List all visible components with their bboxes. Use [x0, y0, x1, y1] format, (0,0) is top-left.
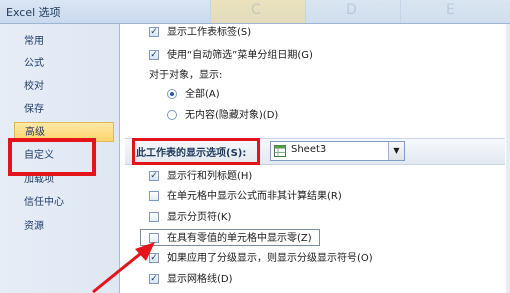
annotation-arrow-icon — [92, 242, 155, 293]
highlight-box-section — [132, 138, 260, 165]
checkbox-checked-icon[interactable]: ✓ — [149, 27, 159, 37]
nav-item-trust-center[interactable]: 信任中心 — [4, 193, 114, 213]
nav-item-common[interactable]: 常用 — [4, 32, 114, 52]
option-label: 显示网格线(D) — [167, 274, 233, 285]
option-label: 无内容(隐藏对象)(D) — [185, 110, 279, 121]
nav-item-label: 信任中心 — [24, 197, 64, 208]
option-label: 显示分页符(K) — [167, 212, 232, 223]
option-label: 在单元格中显示公式而非其计算结果(R) — [167, 191, 342, 202]
panel-scrollbar[interactable] — [506, 24, 510, 293]
checkbox-checked-icon[interactable]: ✓ — [149, 171, 159, 181]
option-label: 显示工作表标签(S) — [167, 27, 252, 38]
column-letter: C — [251, 2, 261, 18]
objects-display-label: 对于对象，显示: — [149, 70, 223, 81]
background-sheet-columns: C D E — [120, 0, 510, 23]
background-column: D — [305, 0, 401, 23]
nav-item-label: 保存 — [24, 104, 44, 115]
sheet-select-combobox[interactable]: Sheet3 ▼ — [270, 141, 405, 161]
selected-sheet-value: Sheet3 — [291, 144, 327, 155]
sheet-display-section-header: 此工作表的显示选项(S): Sheet3 ▼ — [125, 138, 505, 165]
chevron-down-icon[interactable]: ▼ — [388, 142, 404, 160]
checkbox-checked-icon[interactable]: ✓ — [149, 50, 159, 60]
background-column: C — [210, 0, 306, 23]
nav-item-label: 资源 — [24, 221, 44, 232]
checkbox-empty-icon[interactable] — [149, 212, 159, 222]
window-title: Excel 选项 — [6, 6, 61, 19]
option-label: 如果应用了分级显示，则显示分级显示符号(O) — [167, 253, 373, 264]
nav-item-formulas[interactable]: 公式 — [4, 54, 114, 74]
column-letter: E — [446, 2, 455, 18]
option-label: 显示行和列标题(H) — [167, 171, 253, 182]
nav-item-resources[interactable]: 资源 — [4, 217, 114, 237]
radio-selected-icon[interactable] — [167, 89, 177, 99]
title-bar: C D E Excel 选项 — [0, 0, 510, 24]
checkbox-empty-icon[interactable] — [149, 191, 159, 201]
option-label: 使用“自动筛选”菜单分组日期(G) — [167, 50, 313, 61]
option-label: 全部(A) — [185, 89, 220, 100]
radio-empty-icon[interactable] — [167, 110, 177, 120]
sheet-icon — [274, 145, 286, 157]
background-column: E — [400, 0, 510, 23]
nav-item-label: 公式 — [24, 58, 44, 69]
nav-item-label: 高级 — [25, 127, 45, 138]
nav-item-label: 常用 — [24, 36, 44, 47]
advanced-options-panel: ✓ 显示工作表标签(S) ✓ 使用“自动筛选”菜单分组日期(G) 对于对象，显示… — [120, 24, 510, 293]
option-label: 在具有零值的单元格中显示零(Z) — [167, 233, 312, 244]
nav-item-save[interactable]: 保存 — [4, 100, 114, 120]
highlight-box-advanced — [8, 138, 96, 176]
column-letter: D — [346, 2, 357, 18]
nav-item-label: 校对 — [24, 81, 44, 92]
nav-item-proofing[interactable]: 校对 — [4, 77, 114, 97]
